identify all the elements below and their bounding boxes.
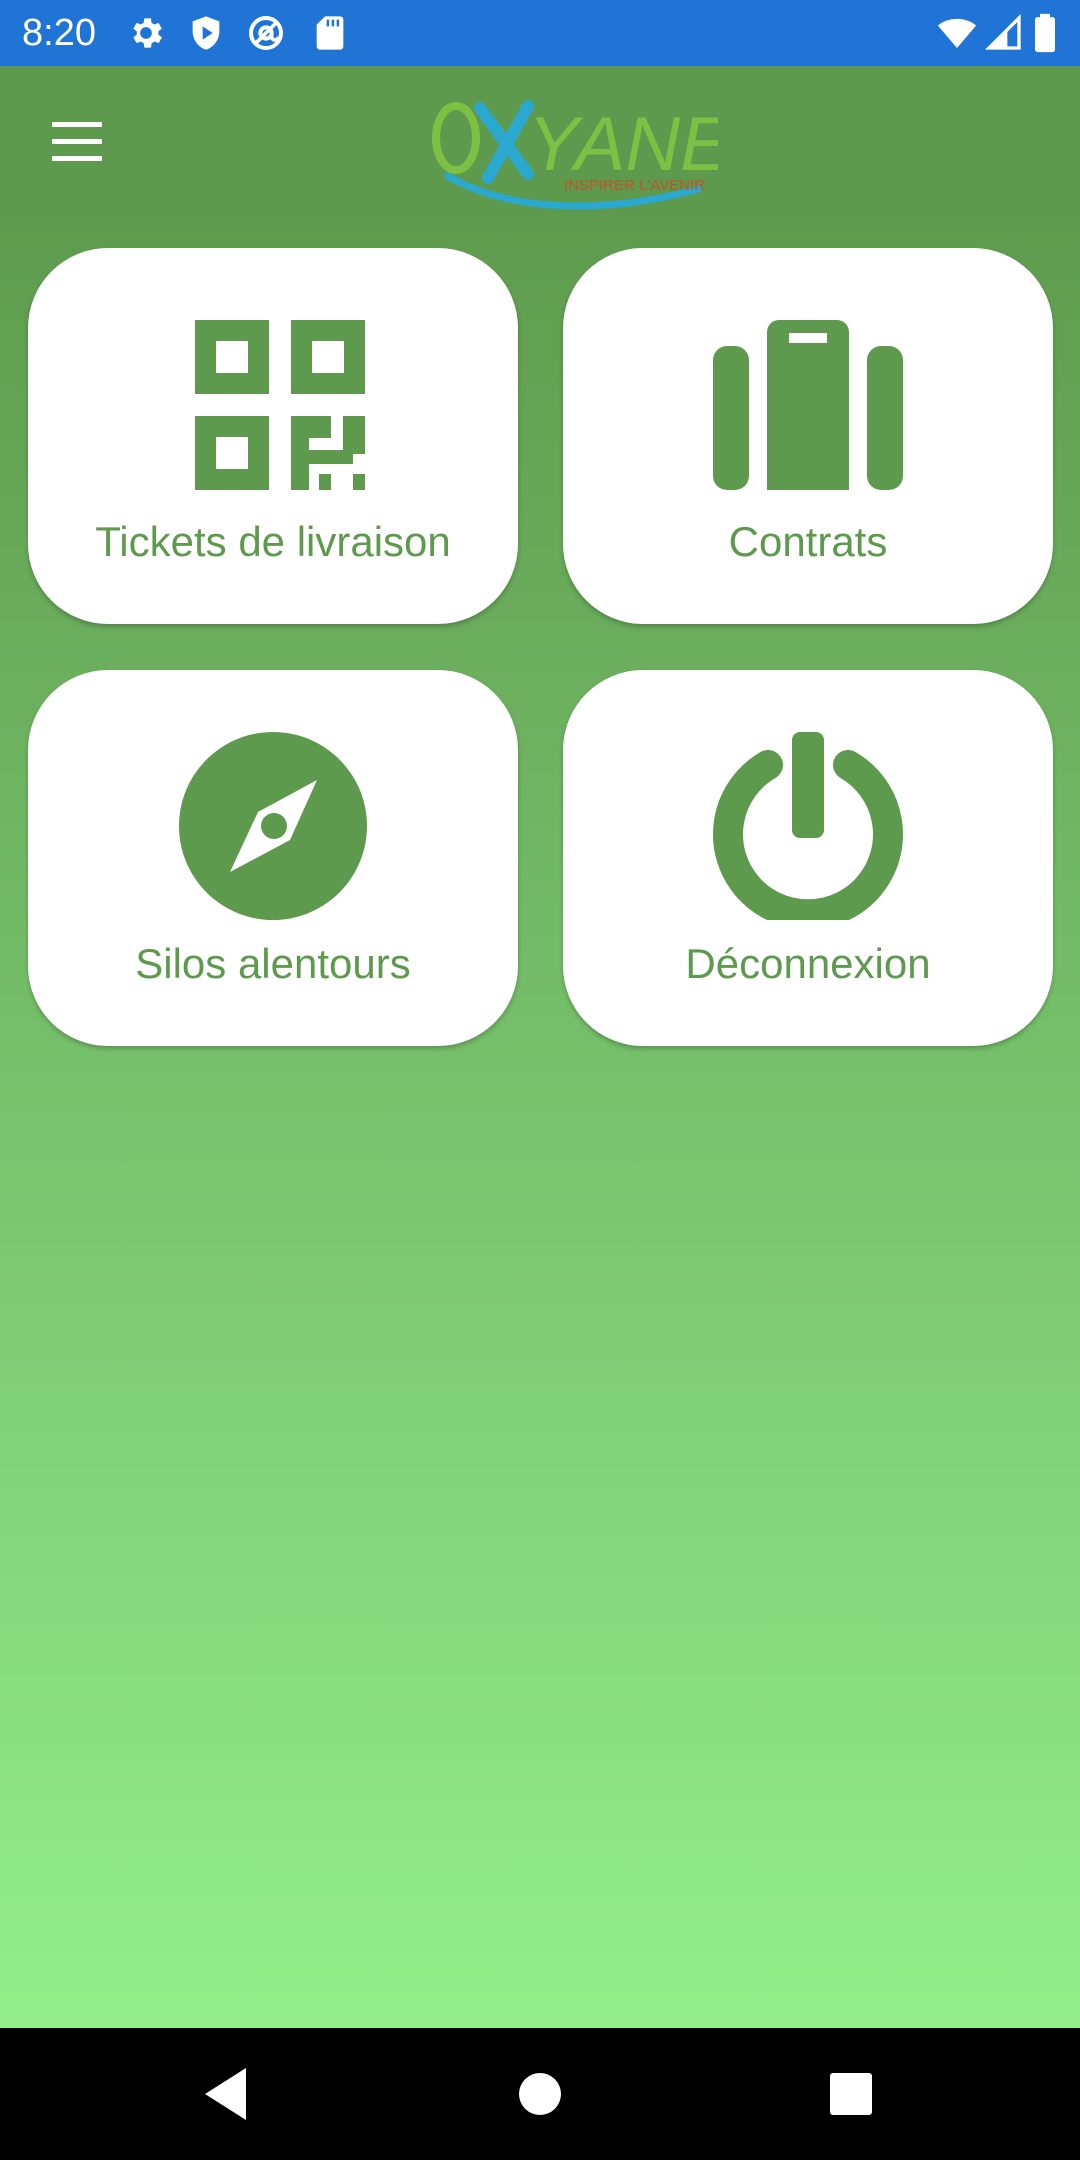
gear-icon (126, 13, 166, 53)
navigation-bar (0, 2028, 1080, 2160)
status-time: 8:20 (22, 12, 96, 54)
battery-icon (1030, 13, 1060, 53)
tile-label: Contrats (728, 518, 888, 565)
recents-icon[interactable] (811, 2054, 891, 2134)
cell-signal-icon (984, 13, 1024, 53)
wifi-icon (934, 13, 980, 53)
svg-text:INSPIRER L'AVENIR: INSPIRER L'AVENIR (564, 177, 705, 194)
tile-silos-alentours[interactable]: Silos alentours (28, 670, 518, 1046)
tile-label: Tickets de livraison (95, 518, 451, 565)
tile-tickets-de-livraison[interactable]: Tickets de livraison (28, 248, 518, 624)
tile-deconnexion[interactable]: Déconnexion (563, 670, 1053, 1046)
tile-label: Silos alentours (135, 940, 411, 987)
qr-code-icon (178, 308, 368, 498)
status-bar: 8:20 (0, 0, 1080, 66)
svg-text:YANE: YANE (528, 102, 718, 187)
tile-contrats[interactable]: Contrats (563, 248, 1053, 624)
compass-icon (178, 730, 368, 920)
at-sync-icon (246, 13, 286, 53)
tile-label: Déconnexion (685, 940, 931, 987)
sd-card-icon (310, 13, 350, 53)
back-icon[interactable] (188, 2054, 268, 2134)
home-icon[interactable] (500, 2054, 580, 2134)
shield-play-icon (186, 13, 226, 53)
app-screen: 8:20 YANE INSPIRER L'AVENIR Tickets de l… (0, 0, 1080, 2160)
suitcase-icon (713, 308, 903, 498)
hamburger-menu-icon[interactable] (40, 108, 114, 174)
oxyane-logo: YANE INSPIRER L'AVENIR (428, 94, 718, 216)
power-icon (713, 730, 903, 920)
